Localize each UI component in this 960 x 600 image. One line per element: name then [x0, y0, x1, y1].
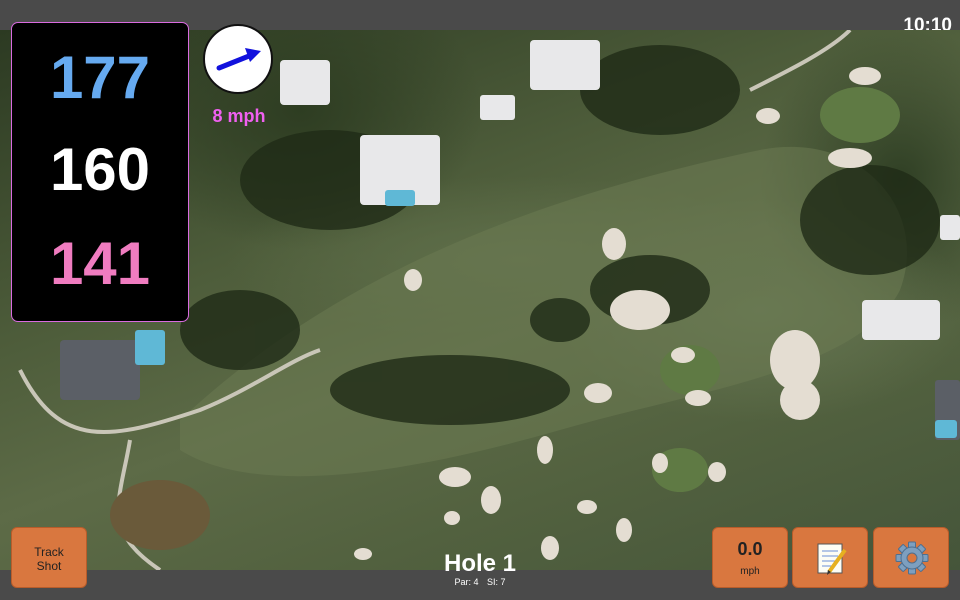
notepad-icon — [817, 543, 847, 575]
distance-panel: 177 160 141 — [11, 22, 189, 322]
hole-title: Hole 1 — [443, 550, 517, 577]
wind-speed-label: 8 mph — [212, 106, 266, 126]
front-distance: 141 — [49, 230, 151, 297]
track-shot-button[interactable]: Track Shot — [11, 527, 87, 588]
settings-button[interactable] — [873, 527, 949, 588]
wind-direction-indicator — [203, 24, 273, 94]
back-distance: 177 — [49, 44, 151, 111]
hole-stroke-index: SI: 7 — [487, 577, 506, 587]
track-shot-label-line2: Shot — [36, 559, 62, 573]
notes-button[interactable] — [792, 527, 868, 588]
middle-distance: 160 — [49, 136, 151, 203]
hole-par: Par: 4 — [454, 577, 479, 587]
wind-button-unit: mph — [740, 566, 760, 577]
wind-speed-button[interactable]: 0.0 mph — [712, 527, 788, 588]
cart-path-north — [749, 30, 852, 92]
arrow-right-icon — [216, 48, 261, 71]
hole-details: Par: 4 SI: 7 — [380, 577, 580, 587]
track-shot-label-line1: Track — [34, 545, 64, 559]
gear-icon — [895, 541, 929, 575]
wind-button-value: 0.0 — [737, 539, 763, 559]
